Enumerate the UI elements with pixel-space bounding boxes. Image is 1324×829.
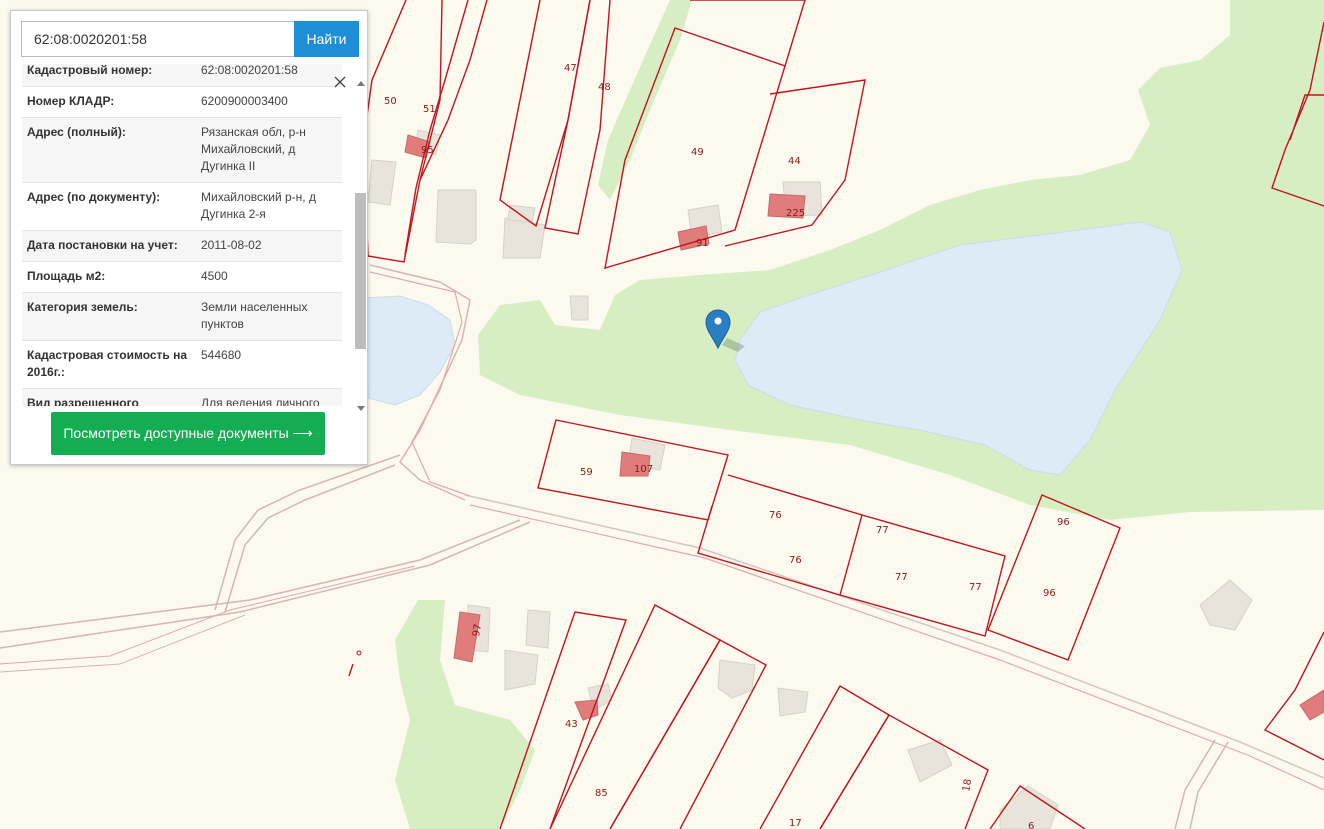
table-row: Кадастровая стоимость на 2016г.: 544680	[22, 341, 342, 389]
parcel-info-table: Кадастровый номер: 62:08:0020201:58 Номер…	[22, 64, 342, 406]
parcel-label: 51	[423, 104, 436, 115]
parcel-label: 48	[598, 82, 611, 93]
survey-line	[348, 663, 354, 677]
row-key: Номер КЛАДР:	[27, 94, 115, 108]
parcel-label: 96	[1043, 588, 1056, 599]
table-row: Площадь м2: 4500	[22, 262, 342, 293]
scrollbar-thumb[interactable]	[355, 193, 366, 349]
row-key: Адрес (по документу):	[27, 190, 161, 204]
scroll-up-arrow-icon[interactable]	[357, 81, 365, 86]
row-key: Вид разрешенного использования (по	[27, 396, 139, 406]
row-key: Кадастровый номер:	[27, 64, 153, 77]
parcel-label: 6	[1028, 821, 1034, 829]
parcel-label: 49	[691, 147, 704, 158]
parcel-label: 18	[961, 778, 974, 792]
table-row: Дата постановки на учет: 2011-08-02	[22, 230, 342, 262]
row-value: 62:08:0020201:58	[201, 64, 298, 77]
parcel-label: 96	[1057, 517, 1070, 528]
row-value: 2011-08-02	[201, 238, 262, 252]
row-key: Кадастровая стоимость на 2016г.:	[27, 348, 188, 379]
table-row: Категория земель: Земли населенных пункто…	[22, 292, 342, 341]
parcel-label: 95	[421, 145, 434, 156]
row-key: Адрес (полный):	[27, 125, 126, 139]
parcel-label: 107	[634, 464, 653, 475]
row-value: Михайловский р-н, д Дугинка 2-я	[201, 190, 316, 221]
parcel-label: 85	[595, 788, 608, 799]
search-button[interactable]: Найти	[294, 21, 359, 57]
parcel-label: 47	[564, 63, 577, 74]
row-key: Площадь м2:	[27, 269, 106, 283]
row-value: 544680	[201, 348, 242, 362]
parcel-label: 50	[384, 96, 397, 107]
table-row: Кадастровый номер: 62:08:0020201:58	[22, 64, 342, 87]
close-icon[interactable]	[333, 75, 347, 89]
parcel-label: 59	[580, 467, 593, 478]
parcel-label: 77	[969, 582, 982, 593]
row-key: Категория земель:	[27, 300, 138, 314]
parcel-label: 43	[565, 719, 578, 730]
row-value: Рязанская обл, р-н Михайловский, д Дугин…	[201, 125, 306, 173]
info-scroll-area[interactable]: Кадастровый номер: 62:08:0020201:58 Номер…	[22, 64, 342, 406]
parcel-label: 91	[696, 238, 709, 249]
view-documents-button[interactable]: Посмотреть доступные документы ⟶	[51, 412, 325, 455]
parcel-label: 76	[769, 510, 782, 521]
table-row: Адрес (по документу): Михайловский р-н, д…	[22, 183, 342, 231]
survey-point	[356, 650, 362, 656]
search-input[interactable]	[21, 21, 294, 57]
parcel-label: 44	[788, 156, 801, 167]
parcel-label: 77	[895, 572, 908, 583]
row-value: 4500	[201, 269, 228, 283]
row-value: Земли населенных пунктов	[201, 300, 308, 331]
search-bar: Найти	[21, 21, 359, 57]
parcel-label: 97	[471, 623, 484, 637]
scrollbar[interactable]	[354, 77, 368, 415]
row-key: Дата постановки на учет:	[27, 238, 178, 252]
table-row: Номер КЛАДР: 6200900003400	[22, 87, 342, 118]
parcel-info-panel: Найти Кадастровый номер: 62:08:0020201:58…	[10, 10, 368, 465]
row-value: 6200900003400	[201, 94, 288, 108]
row-value: Для ведения личного подсобного хозяйства	[201, 396, 320, 406]
scroll-down-arrow-icon[interactable]	[357, 406, 365, 411]
parcel-label: 77	[876, 525, 889, 536]
table-row: Вид разрешенного использования (по Для ве…	[22, 388, 342, 406]
table-row: Адрес (полный): Рязанская обл, р-н Михайл…	[22, 117, 342, 183]
parcel-label: 76	[789, 555, 802, 566]
parcel-label: 225	[786, 208, 805, 219]
parcel-label: 17	[789, 818, 802, 829]
